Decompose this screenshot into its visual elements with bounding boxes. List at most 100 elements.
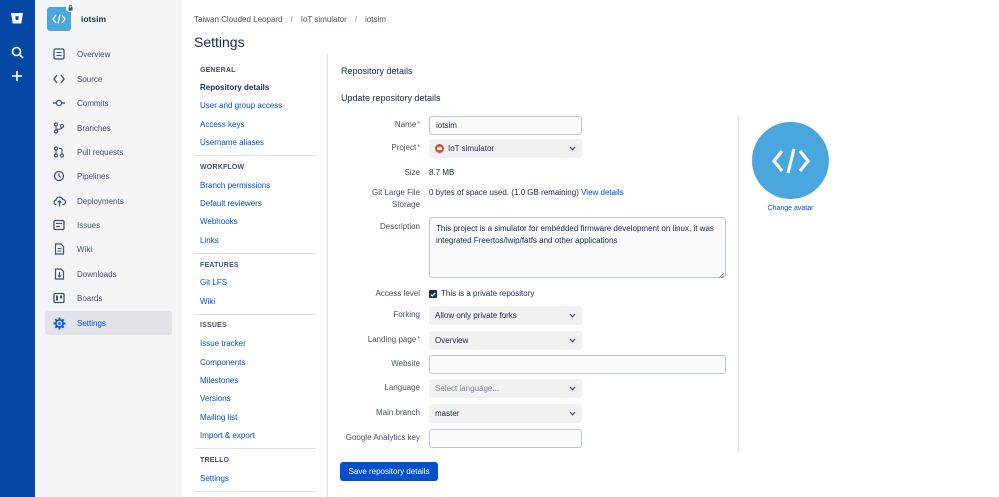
project-label-text: Project <box>391 143 417 152</box>
wiki-icon <box>52 242 66 256</box>
chevron-down-icon <box>568 311 576 319</box>
settings-link-username-aliases[interactable]: Username aliases <box>200 138 264 147</box>
settings-link-versions[interactable]: Versions <box>200 394 231 403</box>
commits-icon <box>52 96 66 110</box>
breadcrumb: Taiwan Clouded Leopard / IoT simulator /… <box>194 15 386 24</box>
analytics-key-input[interactable] <box>429 429 582 448</box>
sidebar-item-settings[interactable]: Settings <box>45 311 172 335</box>
settings-link-access-keys[interactable]: Access keys <box>200 120 244 129</box>
name-input-value: iotsim <box>436 121 457 130</box>
overview-icon <box>52 47 66 61</box>
search-icon[interactable] <box>7 42 27 62</box>
name-label-text: Name <box>394 120 417 129</box>
git-lfs-label-text: Git Large File Storage <box>371 188 420 209</box>
sidebar-item-label: Boards <box>77 293 103 303</box>
breadcrumb-repo-link[interactable]: iotsim <box>365 15 386 24</box>
settings-link-user-group-access[interactable]: User and group access <box>200 101 282 110</box>
issues-icon <box>52 218 66 232</box>
private-repo-checkbox-label[interactable]: This is a private repository <box>441 288 534 300</box>
size-value: 8.7 MB <box>429 168 455 177</box>
settings-link-default-reviewers[interactable]: Default reviewers <box>200 199 262 208</box>
settings-group-workflow: WORKFLOW <box>200 164 245 171</box>
settings-link-mailing-list[interactable]: Mailing list <box>200 413 237 422</box>
sidebar-item-label: Commits <box>77 98 109 108</box>
settings-link-trello-settings[interactable]: Settings <box>200 474 229 483</box>
chevron-down-icon <box>568 384 576 392</box>
breadcrumb-workspace-link[interactable]: Taiwan Clouded Leopard <box>194 15 283 24</box>
required-marker: * <box>417 121 420 128</box>
branches-icon <box>52 121 66 135</box>
settings-group-features: FEATURES <box>200 262 239 269</box>
settings-link-issue-tracker[interactable]: Issue tracker <box>200 339 246 348</box>
sidebar-item-overview[interactable]: Overview <box>45 42 172 66</box>
sidebar-item-branches[interactable]: Branches <box>45 116 172 140</box>
divider <box>738 116 739 452</box>
name-input[interactable]: iotsim <box>429 116 582 135</box>
settings-link-branch-permissions[interactable]: Branch permissions <box>200 181 270 190</box>
plus-icon[interactable] <box>7 66 27 86</box>
settings-link-repository-details[interactable]: Repository details <box>200 83 269 92</box>
settings-link-wiki[interactable]: Wiki <box>200 297 215 306</box>
description-text: This project is a simulator for embedded… <box>436 224 714 245</box>
view-details-link[interactable]: View details <box>581 188 624 197</box>
repo-header[interactable]: iotsim <box>47 4 106 32</box>
required-marker: * <box>417 144 420 151</box>
change-avatar-link[interactable]: Change avatar <box>752 205 829 212</box>
sidebar-item-pipelines[interactable]: Pipelines <box>45 164 172 188</box>
landing-page-select[interactable]: Overview <box>429 331 582 350</box>
settings-link-webhooks[interactable]: Webhooks <box>200 217 238 226</box>
language-select-placeholder: Select language... <box>435 384 500 393</box>
forking-select[interactable]: Allow only private forks <box>429 306 582 325</box>
sidebar-item-source[interactable]: Source <box>45 67 172 91</box>
boards-icon <box>52 291 66 305</box>
settings-link-milestones[interactable]: Milestones <box>200 376 238 385</box>
access-level-label: Access level <box>375 289 420 298</box>
sidebar-item-deployments[interactable]: Deployments <box>45 189 172 213</box>
analytics-label: Google Analytics key <box>345 433 420 442</box>
save-repository-details-button[interactable]: Save repository details <box>340 462 438 481</box>
breadcrumb-project-link[interactable]: IoT simulator <box>301 15 347 24</box>
resize-handle-icon[interactable] <box>718 270 725 279</box>
breadcrumb-separator: / <box>354 15 358 24</box>
landing-page-select-value: Overview <box>435 336 469 345</box>
repo-sidebar: iotsim Overview Source Commits Branches … <box>35 0 182 497</box>
sidebar-item-downloads[interactable]: Downloads <box>45 262 172 286</box>
language-select[interactable]: Select language... <box>429 379 582 398</box>
source-code-icon <box>52 72 66 86</box>
sidebar-item-boards[interactable]: Boards <box>45 286 172 310</box>
sidebar-item-commits[interactable]: Commits <box>45 91 172 115</box>
settings-link-links[interactable]: Links <box>200 236 219 245</box>
global-nav <box>0 0 35 497</box>
subsection-title: Update repository details <box>341 93 441 103</box>
main-branch-select-value: master <box>435 409 460 418</box>
project-select[interactable]: IoT simulator <box>429 139 582 158</box>
repo-avatar-large[interactable] <box>752 122 829 199</box>
main-branch-select[interactable]: master <box>429 404 582 423</box>
settings-link-components[interactable]: Components <box>200 358 245 367</box>
website-input[interactable] <box>429 355 726 374</box>
section-title: Repository details <box>341 66 413 76</box>
settings-link-git-lfs[interactable]: Git LFS <box>200 278 227 287</box>
settings-group-issues: ISSUES <box>200 322 227 329</box>
repo-avatar[interactable] <box>47 4 74 31</box>
downloads-icon <box>52 267 66 281</box>
sidebar-item-pull-requests[interactable]: Pull requests <box>45 140 172 164</box>
sidebar-item-label: Downloads <box>77 269 117 279</box>
project-select-value: IoT simulator <box>448 144 495 153</box>
size-label: Size <box>404 168 420 177</box>
description-label: Description <box>379 222 420 231</box>
breadcrumb-separator: / <box>290 15 293 24</box>
repo-name[interactable]: iotsim <box>81 14 106 24</box>
divider <box>194 448 316 449</box>
sidebar-item-label: Deployments <box>77 196 124 206</box>
sidebar-item-label: Pipelines <box>77 171 110 181</box>
description-textarea[interactable]: This project is a simulator for embedded… <box>429 217 726 279</box>
name-label: Name* <box>340 119 420 131</box>
sidebar-item-wiki[interactable]: Wiki <box>45 237 172 261</box>
bitbucket-logo-icon[interactable] <box>7 8 27 28</box>
sidebar-item-label: Pull requests <box>77 147 124 157</box>
divider <box>194 314 316 315</box>
settings-link-import-export[interactable]: Import & export <box>200 431 255 440</box>
private-repo-checkbox[interactable] <box>429 290 437 298</box>
sidebar-item-issues[interactable]: Issues <box>45 213 172 237</box>
